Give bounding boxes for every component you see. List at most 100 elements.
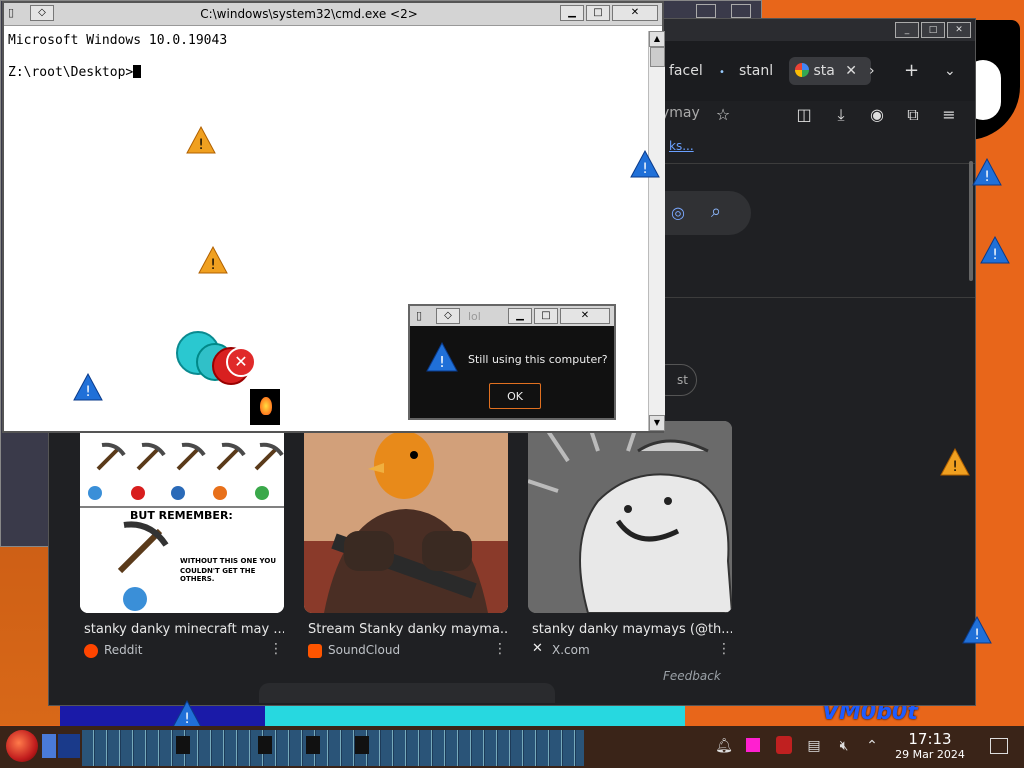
- result-menu-1-icon[interactable]: ⋮: [269, 641, 283, 657]
- taskbar-app-icon[interactable]: [306, 736, 320, 754]
- clock[interactable]: 17:13 29 Mar 2024: [888, 730, 972, 761]
- bg-window-max-button[interactable]: [696, 4, 716, 18]
- browser-close-button[interactable]: ✕: [947, 22, 971, 38]
- result-title-1[interactable]: stanky danky minecraft may ...: [84, 622, 284, 637]
- address-bar-fragment[interactable]: ymay: [661, 105, 700, 121]
- result-menu-3-icon[interactable]: ⋮: [717, 641, 731, 657]
- dialog-message: Still using this computer?: [468, 353, 608, 366]
- search-icon[interactable]: ⌕: [711, 201, 721, 222]
- start-button[interactable]: [6, 730, 38, 762]
- svg-text:!: !: [184, 711, 190, 727]
- cmd-maximize-button[interactable]: □: [586, 5, 610, 21]
- svg-text:!: !: [984, 169, 990, 185]
- info-warning-icon: !: [172, 700, 202, 728]
- feedback-link[interactable]: Feedback: [663, 669, 721, 683]
- download-icon[interactable]: ⤓: [829, 103, 853, 127]
- result-source-3[interactable]: X.com: [552, 643, 590, 657]
- tab-2[interactable]: stanl: [739, 57, 773, 85]
- ok-button[interactable]: OK: [489, 383, 541, 409]
- taskbar-app-icon[interactable]: [58, 734, 80, 758]
- browser-minimize-button[interactable]: _: [895, 22, 919, 38]
- cmd-scroll-down-icon[interactable]: ▼: [649, 415, 665, 431]
- cmd-close-button[interactable]: ✕: [612, 5, 658, 21]
- tab-scroll-right-icon[interactable]: ›: [869, 57, 875, 85]
- reddit-icon: [84, 644, 98, 658]
- result-source-1[interactable]: Reddit: [104, 643, 142, 657]
- new-tab-icon[interactable]: +: [904, 57, 919, 85]
- cmd-version-line: Microsoft Windows 10.0.19043: [8, 33, 228, 48]
- dialog-minimize-button[interactable]: ▁: [508, 308, 532, 324]
- svg-text:!: !: [952, 459, 958, 475]
- clock-date: 29 Mar 2024: [895, 748, 965, 761]
- cmd-scrollbar[interactable]: ▲ ▼: [648, 31, 665, 431]
- taskbar-app-icon[interactable]: [176, 736, 190, 754]
- clipboard-icon[interactable]: ▤: [804, 736, 824, 756]
- cmd-output[interactable]: Microsoft Windows 10.0.19043 Z:\root\Des…: [8, 33, 227, 81]
- browser-maximize-button[interactable]: □: [921, 22, 945, 38]
- info-warning-icon: !: [630, 150, 660, 178]
- filter-chip-label: st: [677, 373, 688, 387]
- extensions-icon[interactable]: ⧉: [901, 103, 925, 127]
- show-desktop-icon[interactable]: [990, 738, 1008, 754]
- tab-active[interactable]: sta ✕: [789, 57, 871, 85]
- svg-text:!: !: [85, 384, 91, 400]
- dialog-menu-button[interactable]: ◇: [436, 308, 460, 324]
- meme-remember-text: BUT REMEMBER:: [130, 509, 233, 522]
- info-warning-icon: !: [980, 236, 1010, 264]
- cmd-cursor: [133, 65, 142, 78]
- warning-icon: !: [198, 246, 228, 274]
- bg-window-close-button[interactable]: [731, 4, 751, 18]
- bottom-pill: [259, 683, 555, 703]
- taskbar-app-icon[interactable]: [42, 734, 56, 758]
- dialog-title: lol: [468, 310, 481, 323]
- idle-dialog: ▯ ◇ lol ▁ □ ✕ ! Still using this compute…: [408, 304, 616, 420]
- tab-dot-icon: •: [719, 67, 725, 78]
- flame-icon: [260, 397, 272, 415]
- account-icon[interactable]: ◉: [865, 103, 889, 127]
- tab-list-icon[interactable]: ⌄: [944, 57, 956, 85]
- taskbar-app-icon[interactable]: [355, 736, 369, 754]
- cmd-scroll-thumb[interactable]: [650, 47, 665, 67]
- cmd-prompt: Z:\root\Desktop>: [8, 65, 134, 80]
- tab-close-icon[interactable]: ✕: [845, 63, 857, 79]
- vault-boy-image: [528, 421, 732, 613]
- meme-caption-1: WITHOUT THIS ONE YOU: [180, 557, 277, 565]
- dialog-close-button[interactable]: ✕: [560, 308, 610, 324]
- result-title-2[interactable]: Stream Stanky danky mayma...: [308, 622, 508, 637]
- result-image-2[interactable]: [304, 421, 508, 613]
- result-source-2[interactable]: SoundCloud: [328, 643, 400, 657]
- info-warning-icon: !: [962, 616, 992, 644]
- volume-muted-icon[interactable]: 🔇︎: [834, 736, 854, 756]
- tray-app-icon-2[interactable]: [776, 736, 792, 754]
- svg-text:!: !: [992, 247, 998, 263]
- cmd-title: C:\windows\system32\cmd.exe <2>: [200, 7, 418, 21]
- taskbar-app-icon[interactable]: [258, 736, 272, 754]
- search-box[interactable]: ◎ ⌕: [661, 191, 751, 235]
- lens-icon[interactable]: ◎: [671, 203, 685, 222]
- tray-expand-icon[interactable]: ⌃: [862, 736, 882, 756]
- cmd-scroll-up-icon[interactable]: ▲: [649, 31, 665, 47]
- result-image-1[interactable]: BUT REMEMBER: WITHOUT THIS ONE YOU COULD…: [80, 421, 284, 613]
- clock-time: 17:13: [908, 730, 952, 748]
- dialog-titlebar: ▯ ◇ lol ▁ □ ✕: [410, 306, 614, 326]
- link-fragment[interactable]: ks...: [669, 139, 694, 153]
- taskbar-window-list[interactable]: [82, 730, 584, 766]
- menu-icon[interactable]: ≡: [937, 103, 961, 127]
- dialog-maximize-button[interactable]: □: [534, 308, 558, 324]
- fire-app-icon: [250, 389, 280, 425]
- bookmark-star-icon[interactable]: ☆: [711, 103, 735, 127]
- info-warning-icon: !: [972, 158, 1002, 186]
- cmd-minimize-button[interactable]: ▁: [560, 5, 584, 21]
- tray-app-icon[interactable]: [746, 738, 760, 752]
- google-icon: [795, 63, 809, 77]
- result-title-3[interactable]: stanky danky maymays (@th...: [532, 622, 732, 637]
- taskbar: 🔔︎ ▤ 🔇︎ ⌃ 17:13 29 Mar 2024: [0, 726, 1024, 768]
- svg-text:!: !: [439, 353, 445, 371]
- tab-1[interactable]: facel: [669, 57, 703, 85]
- result-menu-2-icon[interactable]: ⋮: [493, 641, 507, 657]
- notification-bell-icon[interactable]: 🔔︎: [714, 736, 734, 756]
- result-image-3[interactable]: [528, 421, 732, 613]
- pocket-icon[interactable]: ◫: [792, 103, 816, 127]
- info-warning-icon: !: [73, 373, 103, 401]
- tab-active-label: sta: [813, 63, 835, 79]
